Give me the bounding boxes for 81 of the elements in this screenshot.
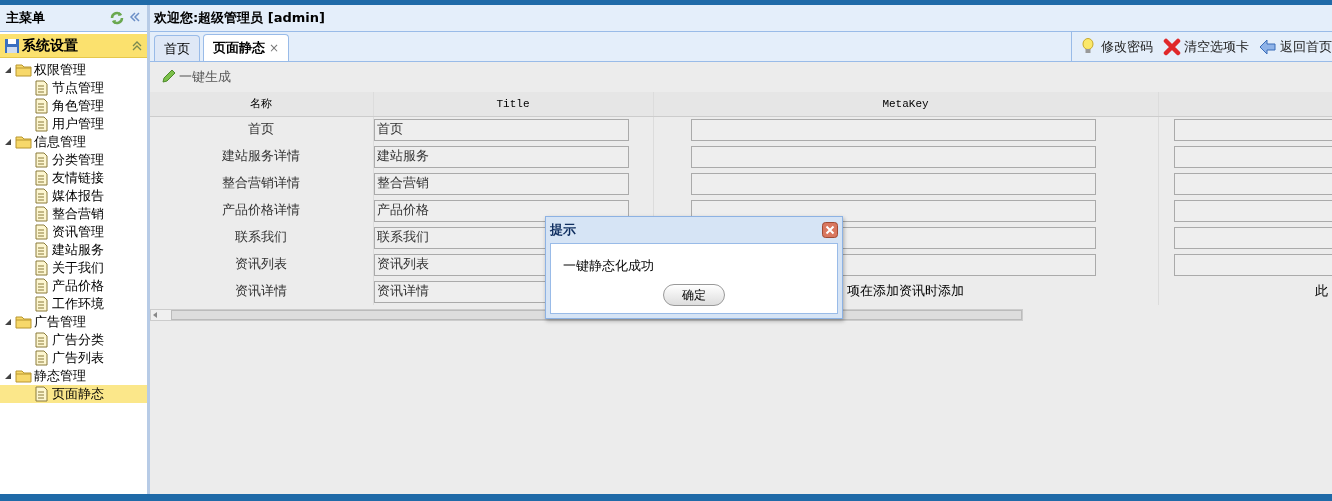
- tree-item[interactable]: 整合营销: [0, 205, 147, 223]
- folder-label: 信息管理: [34, 132, 86, 151]
- tree-item[interactable]: 友情链接: [0, 169, 147, 187]
- tree-item[interactable]: 关于我们: [0, 259, 147, 277]
- input-field[interactable]: [690, 199, 1096, 222]
- input-field[interactable]: [690, 172, 1096, 195]
- folder-label: 静态管理: [34, 366, 86, 385]
- tab[interactable]: 首页: [154, 35, 200, 61]
- file-icon: [34, 386, 49, 402]
- tree-item[interactable]: 角色管理: [0, 97, 147, 115]
- table-cell: 产品价格详情: [150, 197, 373, 224]
- file-icon: [34, 170, 49, 186]
- table-cell: 资讯详情: [150, 278, 373, 305]
- folder-icon: [15, 134, 32, 150]
- column-header: Title: [373, 92, 653, 116]
- generate-button[interactable]: 一键生成: [160, 67, 231, 87]
- input-field[interactable]: 产品价格: [373, 199, 629, 222]
- table-cell: 项在添加资讯时添加: [846, 282, 964, 301]
- section-title: 系统设置: [22, 36, 78, 55]
- tree-item[interactable]: 建站服务: [0, 241, 147, 259]
- ok-button[interactable]: 确定: [663, 283, 725, 306]
- close-icon[interactable]: ×: [269, 39, 280, 57]
- table-cell: 此: [1314, 282, 1328, 301]
- table-cell: 首页: [150, 116, 373, 143]
- folder-label: 权限管理: [34, 60, 86, 79]
- file-icon: [34, 242, 49, 258]
- collapse-up-icon[interactable]: [131, 39, 143, 52]
- folder-icon: [15, 62, 32, 78]
- input-field[interactable]: 整合营销: [373, 172, 629, 195]
- file-icon: [34, 224, 49, 240]
- toolbar-button[interactable]: 返回首页: [1259, 36, 1332, 57]
- file-icon: [34, 116, 49, 132]
- file-icon: [34, 350, 49, 366]
- tree-item[interactable]: 工作环境: [0, 295, 147, 313]
- file-icon: [34, 80, 49, 96]
- tree-item[interactable]: 广告分类: [0, 331, 147, 349]
- input-field[interactable]: 建站服务: [373, 145, 629, 168]
- folder-icon: [15, 314, 32, 330]
- tree-folder[interactable]: 静态管理: [0, 367, 147, 385]
- welcome-text: 欢迎您:超级管理员 [admin]: [154, 9, 325, 28]
- panel-title: 主菜单: [6, 9, 45, 28]
- collapse-icon[interactable]: [129, 10, 141, 24]
- file-icon: [34, 332, 49, 348]
- close-icon[interactable]: [822, 222, 838, 238]
- pencil-icon: [160, 69, 176, 85]
- cross-icon: [1163, 37, 1181, 56]
- tree-item[interactable]: 分类管理: [0, 151, 147, 169]
- accordion-header[interactable]: 系统设置: [0, 34, 147, 58]
- folder-label: 广告管理: [34, 312, 86, 331]
- tree-folder[interactable]: 权限管理: [0, 61, 147, 79]
- file-icon: [34, 152, 49, 168]
- folder-icon: [15, 368, 32, 384]
- tree-item[interactable]: 广告列表: [0, 349, 147, 367]
- tree-item[interactable]: 节点管理: [0, 79, 147, 97]
- file-icon: [34, 98, 49, 114]
- file-icon: [34, 206, 49, 222]
- toolbar-button[interactable]: 清空选项卡: [1163, 36, 1249, 57]
- input-field[interactable]: [690, 145, 1096, 168]
- table-cell: 资讯列表: [150, 251, 373, 278]
- file-icon: [34, 260, 49, 276]
- input-field[interactable]: 首页: [373, 118, 629, 141]
- file-icon: [34, 188, 49, 204]
- tree-item[interactable]: 资讯管理: [0, 223, 147, 241]
- refresh-icon[interactable]: [109, 10, 125, 26]
- table-cell: 联系我们: [150, 224, 373, 251]
- tree-item[interactable]: 媒体报告: [0, 187, 147, 205]
- back-arrow-icon: [1259, 37, 1277, 56]
- input-field[interactable]: [690, 118, 1096, 141]
- tree-folder[interactable]: 广告管理: [0, 313, 147, 331]
- table-cell: 整合营销详情: [150, 170, 373, 197]
- tree-item[interactable]: 用户管理: [0, 115, 147, 133]
- column-header: 名称: [150, 92, 373, 116]
- table-cell: 建站服务详情: [150, 143, 373, 170]
- tree-item[interactable]: 页面静态: [0, 385, 147, 403]
- file-icon: [34, 278, 49, 294]
- tree-folder[interactable]: 信息管理: [0, 133, 147, 151]
- tab[interactable]: 页面静态 ×: [203, 34, 290, 61]
- toolbar-button[interactable]: 修改密码: [1080, 36, 1153, 57]
- column-header: MetaKey: [653, 92, 1158, 116]
- tree-item[interactable]: 产品价格: [0, 277, 147, 295]
- file-icon: [34, 296, 49, 312]
